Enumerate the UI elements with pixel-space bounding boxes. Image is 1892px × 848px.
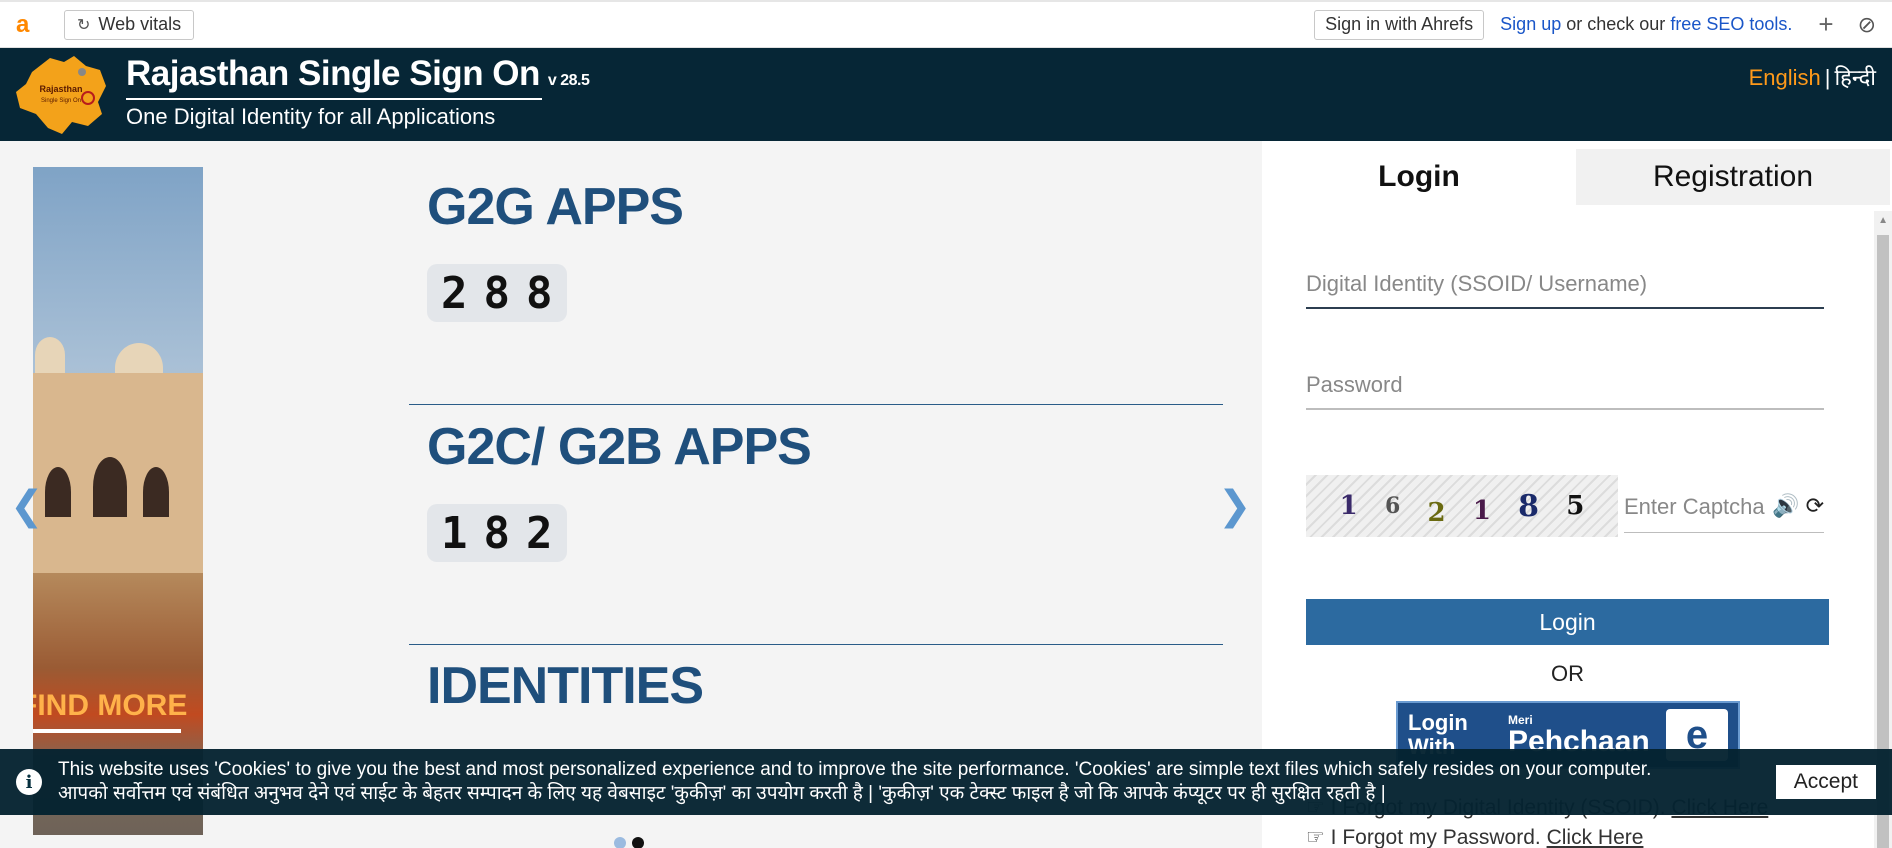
site-title-text: Rajasthan Single Sign On [126, 54, 540, 93]
captcha-char: 8 [1518, 488, 1540, 524]
banner-dome [35, 337, 65, 373]
scroll-up-icon[interactable]: ▲ [1878, 215, 1888, 226]
ahrefs-promo: Sign up or check our free SEO tools. [1500, 14, 1792, 35]
hand-pointer-icon: ☞ [1306, 826, 1325, 848]
stat-title-g2g: G2G APPS [427, 178, 684, 236]
captcha-char: 2 [1427, 498, 1446, 528]
stat-title-g2c-g2b: G2C/ G2B APPS [427, 418, 812, 476]
login-tabs: Login Registration [1262, 149, 1892, 205]
carousel-next-icon[interactable]: ❯ [1218, 486, 1252, 526]
site-version: v 28.5 [547, 72, 590, 89]
find-more-link[interactable]: FIND MORE [33, 689, 203, 729]
svg-text:Single Sign On: Single Sign On [41, 98, 81, 104]
captcha-placeholder: Enter Captcha [1624, 493, 1765, 519]
ahrefs-toolbar: a ↻ Web vitals Sign in with Ahrefs Sign … [0, 0, 1892, 48]
password-input[interactable]: Password [1306, 360, 1824, 410]
web-vitals-label: Web vitals [98, 14, 182, 34]
disable-icon[interactable]: ⊘ [1858, 12, 1876, 38]
password-placeholder: Password [1306, 372, 1403, 397]
stat-divider [409, 644, 1223, 645]
captcha-input[interactable]: Enter Captcha 🔊 ⟳ [1624, 481, 1824, 533]
counter-digit: 8 [483, 267, 511, 319]
info-icon: i [16, 769, 42, 795]
cookie-text-english: This website uses 'Cookies' to give you … [58, 759, 1652, 780]
sign-in-ahrefs-button[interactable]: Sign in with Ahrefs [1314, 9, 1485, 40]
banner-arch [45, 467, 71, 517]
counter-digit: 1 [441, 507, 468, 559]
stat-counter-g2c-g2b: 1 8 2 [427, 504, 567, 562]
forgot-password-text: I Forgot my Password. [1330, 826, 1541, 848]
counter-digit: 2 [526, 507, 553, 559]
login-panel: Login Registration ▲ Digital Identity (S… [1262, 141, 1892, 848]
stat-title-identities: IDENTITIES [427, 657, 704, 715]
counter-digit: 2 [441, 267, 468, 319]
plus-icon[interactable]: + [1818, 9, 1833, 40]
captcha-char: 6 [1384, 493, 1401, 519]
title-underline [126, 98, 542, 100]
cookie-banner: i This website uses 'Cookies' to give yo… [0, 749, 1892, 815]
captcha-char: 1 [1339, 491, 1358, 521]
carousel-dot[interactable] [614, 837, 626, 848]
cookie-text: This website uses 'Cookies' to give you … [58, 758, 1651, 806]
or-divider: OR [1551, 661, 1584, 686]
ahrefs-right-group: Sign in with Ahrefs Sign up or check our… [1314, 2, 1892, 47]
stat-divider [409, 404, 1223, 405]
main-content: FIND MORE ❮ ❯ G2G APPS 2 8 8 G2C/ G2B AP… [0, 141, 1262, 848]
forgot-password: ☞ I Forgot my Password. Click Here [1306, 825, 1643, 848]
counter-digit: 8 [483, 507, 511, 559]
carousel-dots [614, 837, 644, 848]
tab-login[interactable]: Login [1262, 149, 1576, 205]
tab-registration[interactable]: Registration [1576, 149, 1890, 205]
login-button[interactable]: Login [1306, 599, 1829, 645]
ahrefs-promo-text: or check our [1566, 14, 1666, 34]
captcha-actions: 🔊 ⟳ [1772, 493, 1824, 519]
cookie-text-hindi: आपको सर्वोत्तम एवं संबंधित अनुभव देने एव… [58, 783, 1386, 804]
captcha-image: 1 6 2 1 8 5 [1306, 475, 1618, 537]
captcha-char: 1 [1472, 496, 1491, 526]
refresh-icon: ↻ [77, 16, 91, 34]
stat-counter-g2g: 2 8 8 [427, 264, 567, 322]
refresh-captcha-icon[interactable]: ⟳ [1806, 493, 1824, 519]
free-seo-tools-link[interactable]: free SEO tools. [1670, 14, 1792, 34]
ahrefs-logo-icon[interactable]: a [16, 12, 34, 37]
captcha-char: 5 [1566, 491, 1585, 521]
ssoid-input[interactable]: Digital Identity (SSOID/ Username) [1306, 259, 1824, 309]
banner-arch [143, 467, 169, 517]
cookie-accept-button[interactable]: Accept [1775, 765, 1876, 799]
site-subtitle: One Digital Identity for all Application… [126, 104, 496, 129]
rajasthan-map-logo-icon[interactable]: Rajasthan Single Sign On [12, 52, 110, 138]
site-header: Rajasthan Single Sign On Rajasthan Singl… [0, 48, 1892, 141]
sign-up-link[interactable]: Sign up [1500, 14, 1561, 34]
web-vitals-button[interactable]: ↻ Web vitals [64, 9, 195, 40]
forgot-password-link[interactable]: Click Here [1547, 826, 1644, 848]
carousel-prev-icon[interactable]: ❮ [10, 486, 44, 526]
language-switcher: English | हिन्दी [1749, 62, 1876, 92]
carousel-dot-active[interactable] [632, 837, 644, 848]
counter-digit: 8 [526, 267, 553, 319]
palace-banner-image[interactable] [33, 167, 203, 835]
lang-separator: | [1824, 65, 1831, 90]
lang-hindi-link[interactable]: हिन्दी [1834, 65, 1876, 90]
speaker-icon[interactable]: 🔊 [1772, 493, 1799, 519]
find-more-underline [33, 729, 181, 733]
lang-english-link[interactable]: English [1749, 65, 1821, 90]
ssoid-placeholder: Digital Identity (SSOID/ Username) [1306, 271, 1648, 296]
svg-text:Rajasthan: Rajasthan [39, 84, 82, 94]
banner-arch [93, 457, 127, 517]
site-title: Rajasthan Single Sign On v 28.5 [126, 54, 590, 94]
